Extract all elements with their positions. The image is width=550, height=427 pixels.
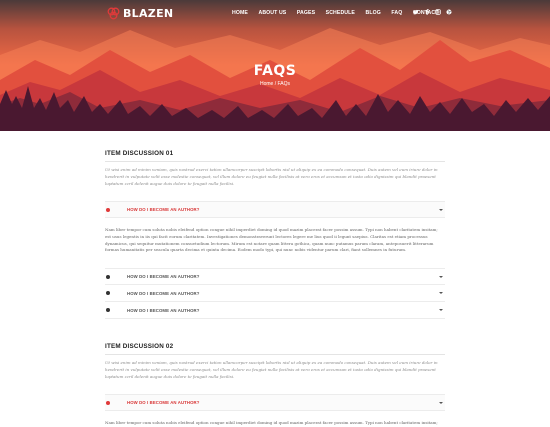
faq-content: ITEM DISCUSSION 01 Ut wisi enim ad minim… [105, 150, 445, 427]
accordion-item-header[interactable]: HOW DO I BECOME AN AUTHOR? [105, 201, 445, 218]
breadcrumb-home-link[interactable]: Home [260, 81, 273, 87]
accordion-item-header[interactable]: HOW DO I BECOME AN AUTHOR? [105, 302, 445, 320]
accordion-answer: Nam liber tempor cum soluta nobis eleife… [105, 227, 438, 253]
chevron-down-icon [439, 309, 443, 312]
plus-circle-icon [106, 291, 110, 296]
accordion-item-label: HOW DO I BECOME AN AUTHOR? [127, 307, 200, 313]
brand-logo[interactable]: BLAZEN [107, 7, 173, 20]
twitter-icon[interactable] [413, 9, 419, 15]
accordion-item-label: HOW DO I BECOME AN AUTHOR? [127, 290, 200, 296]
faq-section: ITEM DISCUSSION 01 Ut wisi enim ad minim… [105, 150, 445, 320]
accordion-item-header[interactable]: HOW DO I BECOME AN AUTHOR? [105, 394, 445, 412]
plus-circle-icon [106, 308, 110, 313]
nav-item-about-us[interactable]: ABOUT US [258, 10, 286, 16]
nav-item-pages[interactable]: PAGES [297, 10, 315, 16]
chevron-down-icon [439, 402, 443, 405]
logo-icon [107, 7, 120, 20]
accordion-answer: Nam liber tempor cum soluta nobis eleife… [105, 420, 438, 427]
faq-section: ITEM DISCUSSION 02 Ut wisi enim ad minim… [105, 343, 445, 427]
accordion-item-label: HOW DO I BECOME AN AUTHOR? [127, 274, 200, 280]
section-description: Ut wisi enim ad minim veniam, quis nostr… [105, 360, 438, 380]
nav-item-schedule[interactable]: SCHEDULE [326, 10, 355, 16]
accordion-item-header[interactable]: HOW DO I BECOME AN AUTHOR? [105, 285, 445, 303]
chevron-down-icon [439, 209, 443, 211]
accordion-item-label: HOW DO I BECOME AN AUTHOR? [127, 207, 200, 212]
facebook-icon[interactable] [424, 9, 430, 15]
nav-item-blog[interactable]: BLOG [365, 10, 380, 16]
instagram-icon[interactable] [435, 9, 441, 15]
breadcrumb: Home / FAQs [0, 81, 550, 87]
accordion: HOW DO I BECOME AN AUTHOR? Nam liber tem… [105, 394, 445, 427]
breadcrumb-current: FAQs [277, 81, 291, 87]
social-links [413, 9, 452, 15]
nav-item-home[interactable]: HOME [232, 10, 248, 16]
nav-item-faq[interactable]: FAQ [391, 10, 402, 16]
minus-circle-icon [106, 207, 110, 212]
dribbble-icon[interactable] [446, 9, 452, 15]
page-title: FAQS [253, 63, 297, 79]
chevron-down-icon [439, 292, 443, 295]
top-navbar: BLAZEN HOME ABOUT US PAGES SCHEDULE BLOG… [0, 0, 550, 28]
accordion: HOW DO I BECOME AN AUTHOR? Nam liber tem… [105, 201, 445, 320]
minus-circle-icon [106, 400, 110, 405]
plus-circle-icon [106, 274, 110, 279]
accordion-item-header[interactable]: HOW DO I BECOME AN AUTHOR? [105, 268, 445, 286]
section-title: ITEM DISCUSSION 01 [105, 150, 445, 162]
chevron-down-icon [439, 276, 443, 279]
accordion-item-label: HOW DO I BECOME AN AUTHOR? [127, 400, 200, 406]
brand-name: BLAZEN [123, 7, 174, 20]
section-title: ITEM DISCUSSION 02 [105, 343, 445, 356]
section-description: Ut wisi enim ad minim veniam, quis nostr… [105, 167, 438, 186]
